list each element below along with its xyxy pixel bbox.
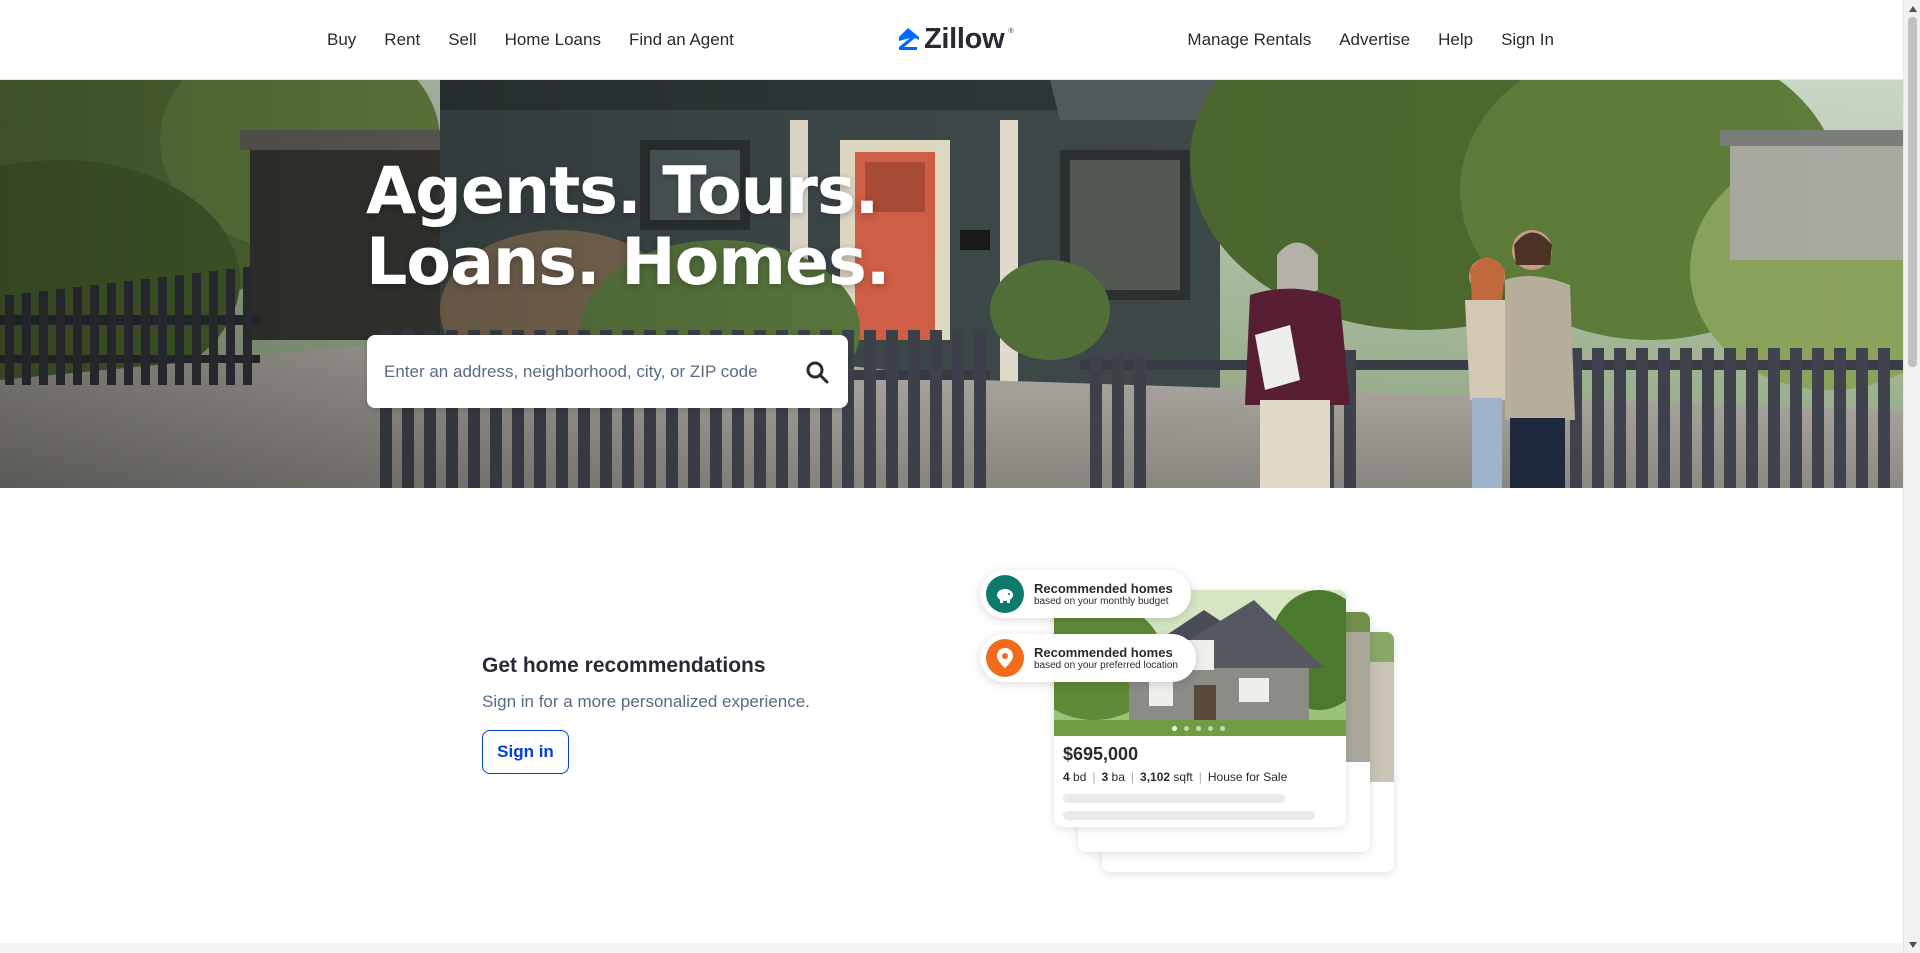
listing-baths: 3 ba <box>1101 770 1125 784</box>
piggy-bank-icon <box>986 575 1024 613</box>
photo-carousel-dots <box>1172 726 1225 731</box>
nav-sell[interactable]: Sell <box>448 30 476 50</box>
scroll-down-arrow-icon[interactable] <box>1904 936 1920 953</box>
hero-title-line-2: Loans. Homes. <box>366 225 890 300</box>
page-scrollbar[interactable] <box>1903 0 1920 953</box>
hero-section: Agents. Tours. Loans. Homes. <box>0 80 1903 488</box>
secondary-nav: Manage Rentals Advertise Help Sign In <box>1187 0 1554 80</box>
nav-find-an-agent[interactable]: Find an Agent <box>629 30 734 50</box>
next-section-edge <box>0 943 1903 953</box>
recommendation-pill-budget: Recommended homes based on your monthly … <box>980 570 1191 618</box>
hero-title: Agents. Tours. Loans. Homes. <box>366 154 890 300</box>
recommendations-illustration: $695,000 4 bd | 3 ba | 3,102 sqft | Hous… <box>972 564 1402 884</box>
nav-manage-rentals[interactable]: Manage Rentals <box>1187 30 1311 50</box>
site-header: Buy Rent Sell Home Loans Find an Agent Z… <box>0 0 1903 80</box>
sign-in-button[interactable]: Sign in <box>482 730 569 774</box>
hero-background-image <box>0 80 1903 488</box>
nav-home-loans[interactable]: Home Loans <box>505 30 601 50</box>
nav-help[interactable]: Help <box>1438 30 1473 50</box>
listing-facts: 4 bd | 3 ba | 3,102 sqft | House for Sal… <box>1063 770 1288 784</box>
pill-subtitle: based on your preferred location <box>1034 659 1178 671</box>
pill-title: Recommended homes <box>1034 644 1173 660</box>
listing-status: House for Sale <box>1207 770 1288 784</box>
nav-buy[interactable]: Buy <box>327 30 356 50</box>
primary-nav: Buy Rent Sell Home Loans Find an Agent <box>327 0 734 80</box>
nav-sign-in[interactable]: Sign In <box>1501 30 1554 50</box>
scroll-up-arrow-icon[interactable] <box>1904 0 1920 17</box>
recommendation-pill-location: Recommended homes based on your preferre… <box>980 634 1196 682</box>
pill-subtitle: based on your monthly budget <box>1034 595 1169 607</box>
zillow-logo[interactable]: Zillow ® <box>896 22 1014 56</box>
scrollbar-thumb[interactable] <box>1908 17 1917 367</box>
search-input[interactable] <box>367 335 786 408</box>
recommendations-subtitle: Sign in for a more personalized experien… <box>482 692 810 711</box>
pill-title: Recommended homes <box>1034 580 1173 596</box>
listing-beds: 4 bd <box>1063 770 1087 784</box>
listing-sqft: 3,102 sqft <box>1140 770 1193 784</box>
logo-wordmark: Zillow <box>924 22 1005 55</box>
search-icon <box>806 361 829 383</box>
zillow-logo-icon <box>899 28 919 50</box>
placeholder-line <box>1063 811 1315 820</box>
placeholder-line <box>1063 794 1285 803</box>
listing-card: $695,000 4 bd | 3 ba | 3,102 sqft | Hous… <box>1054 590 1346 827</box>
listing-price: $695,000 <box>1063 744 1139 764</box>
location-pin-icon <box>986 639 1024 677</box>
hero-title-line-1: Agents. Tours. <box>366 154 879 229</box>
trademark-symbol: ® <box>1008 28 1014 35</box>
nav-advertise[interactable]: Advertise <box>1339 30 1410 50</box>
recommendations-title: Get home recommendations <box>482 654 766 677</box>
search-bar <box>367 335 848 408</box>
nav-rent[interactable]: Rent <box>384 30 420 50</box>
search-button[interactable] <box>786 335 848 408</box>
